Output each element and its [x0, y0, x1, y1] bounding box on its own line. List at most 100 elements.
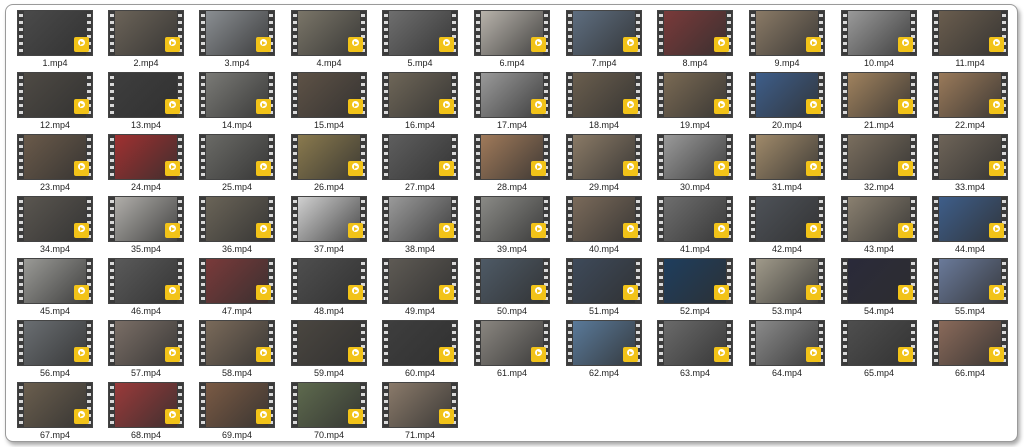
video-thumbnail[interactable]: [17, 196, 93, 242]
video-thumbnail[interactable]: [17, 320, 93, 366]
file-item[interactable]: 21.mp4: [839, 72, 919, 132]
file-item[interactable]: 27.mp4: [380, 134, 460, 194]
video-thumbnail[interactable]: [382, 134, 458, 180]
video-thumbnail[interactable]: [841, 72, 917, 118]
file-item[interactable]: 19.mp4: [655, 72, 735, 132]
video-thumbnail[interactable]: [932, 72, 1008, 118]
video-thumbnail[interactable]: [474, 10, 550, 56]
video-thumbnail[interactable]: [841, 320, 917, 366]
video-thumbnail[interactable]: [932, 10, 1008, 56]
file-item[interactable]: 49.mp4: [380, 258, 460, 318]
video-thumbnail[interactable]: [657, 10, 733, 56]
file-item[interactable]: 13.mp4: [106, 72, 186, 132]
video-thumbnail[interactable]: [199, 196, 275, 242]
file-item[interactable]: 48.mp4: [289, 258, 369, 318]
video-thumbnail[interactable]: [199, 72, 275, 118]
video-thumbnail[interactable]: [474, 134, 550, 180]
video-thumbnail[interactable]: [108, 382, 184, 428]
video-thumbnail[interactable]: [199, 10, 275, 56]
video-thumbnail[interactable]: [566, 258, 642, 304]
video-thumbnail[interactable]: [108, 72, 184, 118]
file-item[interactable]: 9.mp4: [747, 10, 827, 70]
file-item[interactable]: 46.mp4: [106, 258, 186, 318]
video-thumbnail[interactable]: [932, 320, 1008, 366]
video-thumbnail[interactable]: [382, 320, 458, 366]
file-item[interactable]: 39.mp4: [472, 196, 552, 256]
video-thumbnail[interactable]: [199, 134, 275, 180]
video-thumbnail[interactable]: [382, 196, 458, 242]
video-thumbnail[interactable]: [17, 134, 93, 180]
file-item[interactable]: 61.mp4: [472, 320, 552, 380]
file-item[interactable]: 62.mp4: [564, 320, 644, 380]
video-thumbnail[interactable]: [17, 10, 93, 56]
video-thumbnail[interactable]: [382, 72, 458, 118]
file-item[interactable]: 40.mp4: [564, 196, 644, 256]
video-thumbnail[interactable]: [749, 72, 825, 118]
file-item[interactable]: 10.mp4: [839, 10, 919, 70]
video-thumbnail[interactable]: [291, 134, 367, 180]
file-item[interactable]: 31.mp4: [747, 134, 827, 194]
file-item[interactable]: 55.mp4: [930, 258, 1010, 318]
file-item[interactable]: 3.mp4: [197, 10, 277, 70]
file-item[interactable]: 64.mp4: [747, 320, 827, 380]
video-thumbnail[interactable]: [657, 134, 733, 180]
video-thumbnail[interactable]: [749, 258, 825, 304]
file-item[interactable]: 57.mp4: [106, 320, 186, 380]
file-item[interactable]: 51.mp4: [564, 258, 644, 318]
file-item[interactable]: 69.mp4: [197, 382, 277, 442]
video-thumbnail[interactable]: [108, 196, 184, 242]
file-item[interactable]: 24.mp4: [106, 134, 186, 194]
file-item[interactable]: 14.mp4: [197, 72, 277, 132]
file-item[interactable]: 20.mp4: [747, 72, 827, 132]
video-thumbnail[interactable]: [291, 72, 367, 118]
file-item[interactable]: 70.mp4: [289, 382, 369, 442]
file-item[interactable]: 41.mp4: [655, 196, 735, 256]
video-thumbnail[interactable]: [199, 382, 275, 428]
file-item[interactable]: 26.mp4: [289, 134, 369, 194]
video-thumbnail[interactable]: [841, 10, 917, 56]
file-item[interactable]: 38.mp4: [380, 196, 460, 256]
video-thumbnail[interactable]: [17, 382, 93, 428]
video-thumbnail[interactable]: [841, 258, 917, 304]
file-item[interactable]: 11.mp4: [930, 10, 1010, 70]
file-item[interactable]: 23.mp4: [15, 134, 95, 194]
file-item[interactable]: 36.mp4: [197, 196, 277, 256]
video-thumbnail[interactable]: [108, 258, 184, 304]
file-item[interactable]: 43.mp4: [839, 196, 919, 256]
file-item[interactable]: 2.mp4: [106, 10, 186, 70]
file-item[interactable]: 1.mp4: [15, 10, 95, 70]
file-item[interactable]: 30.mp4: [655, 134, 735, 194]
file-item[interactable]: 29.mp4: [564, 134, 644, 194]
file-item[interactable]: 7.mp4: [564, 10, 644, 70]
file-item[interactable]: 67.mp4: [15, 382, 95, 442]
file-item[interactable]: 15.mp4: [289, 72, 369, 132]
file-item[interactable]: 25.mp4: [197, 134, 277, 194]
video-thumbnail[interactable]: [474, 72, 550, 118]
file-item[interactable]: 44.mp4: [930, 196, 1010, 256]
video-thumbnail[interactable]: [749, 196, 825, 242]
file-item[interactable]: 42.mp4: [747, 196, 827, 256]
video-thumbnail[interactable]: [382, 258, 458, 304]
file-item[interactable]: 37.mp4: [289, 196, 369, 256]
file-item[interactable]: 18.mp4: [564, 72, 644, 132]
video-thumbnail[interactable]: [474, 196, 550, 242]
file-item[interactable]: 8.mp4: [655, 10, 735, 70]
file-item[interactable]: 6.mp4: [472, 10, 552, 70]
file-item[interactable]: 50.mp4: [472, 258, 552, 318]
video-thumbnail[interactable]: [841, 196, 917, 242]
video-thumbnail[interactable]: [17, 72, 93, 118]
video-thumbnail[interactable]: [108, 320, 184, 366]
file-item[interactable]: 12.mp4: [15, 72, 95, 132]
video-thumbnail[interactable]: [566, 196, 642, 242]
file-item[interactable]: 59.mp4: [289, 320, 369, 380]
video-thumbnail[interactable]: [382, 382, 458, 428]
file-item[interactable]: 22.mp4: [930, 72, 1010, 132]
video-thumbnail[interactable]: [566, 320, 642, 366]
file-item[interactable]: 68.mp4: [106, 382, 186, 442]
file-item[interactable]: 33.mp4: [930, 134, 1010, 194]
video-thumbnail[interactable]: [657, 320, 733, 366]
file-item[interactable]: 58.mp4: [197, 320, 277, 380]
file-item[interactable]: 56.mp4: [15, 320, 95, 380]
file-item[interactable]: 60.mp4: [380, 320, 460, 380]
file-item[interactable]: 54.mp4: [839, 258, 919, 318]
